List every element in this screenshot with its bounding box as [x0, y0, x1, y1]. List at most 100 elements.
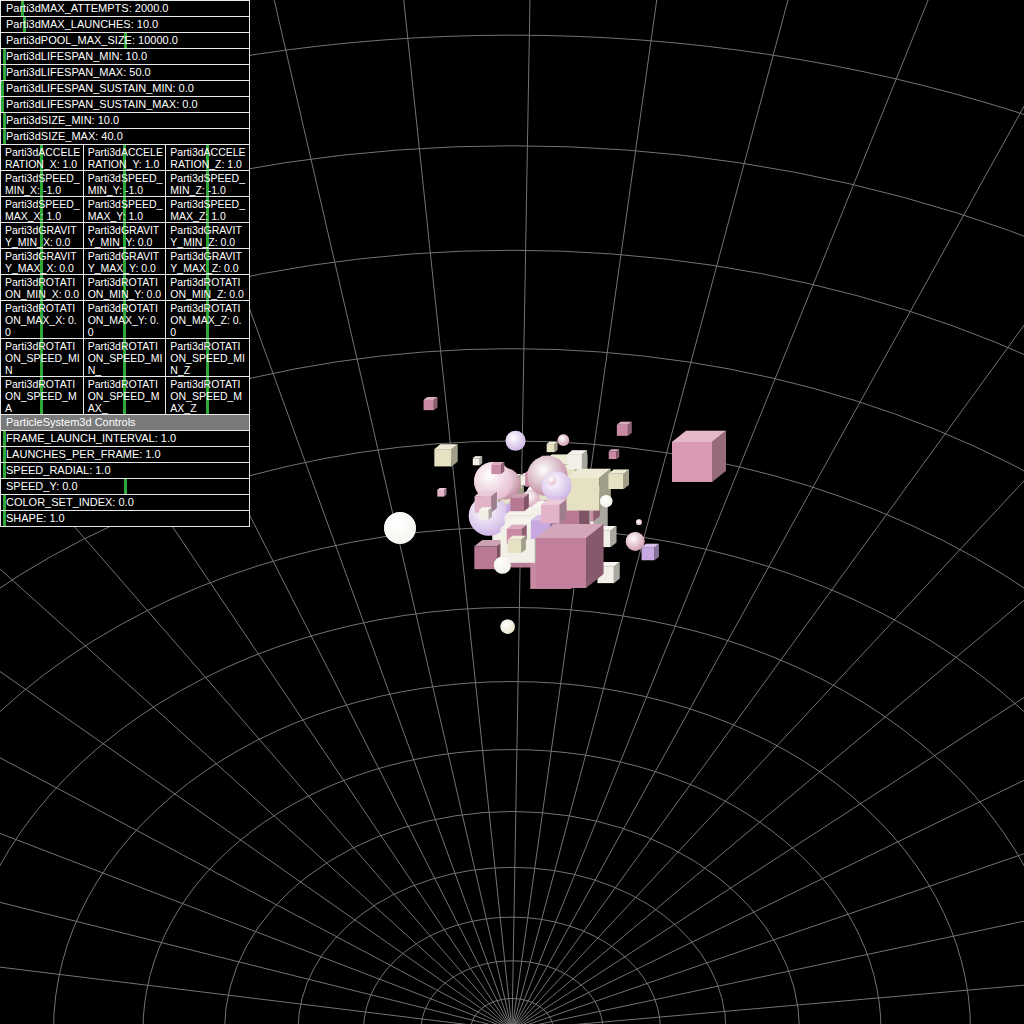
slider-cell[interactable]: Parti3dACCELERATION_Z: 1.0 — [166, 145, 249, 170]
slider-cell[interactable]: Parti3dROTATION_MIN_Z: 0.0 — [166, 275, 249, 300]
slider-cell[interactable]: Parti3dACCELERATION_Y: 1.0 — [84, 145, 167, 170]
slider-row[interactable]: SPEED_RADIAL: 1.0 — [1, 463, 249, 479]
slider-label: Parti3dROTATION_MIN_X: 0.0 — [5, 276, 79, 300]
slider-row[interactable]: Parti3dMAX_ATTEMPTS: 2000.0 — [1, 1, 249, 17]
slider-marker[interactable] — [3, 463, 6, 478]
slider-label: Parti3dSPEED_MAX_Z: 1.0 — [170, 198, 245, 222]
particle-viewport[interactable]: Parti3dMAX_ATTEMPTS: 2000.0 Parti3dMAX_L… — [0, 0, 1024, 1024]
slider-label: Parti3dSPEED_MAX_Y: 1.0 — [88, 198, 163, 222]
slider-cell[interactable]: Parti3dGRAVITY_MIN_Z: 0.0 — [166, 223, 249, 248]
slider-label: Parti3dLIFESPAN_MIN: 10.0 — [6, 50, 147, 62]
slider-cell[interactable]: Parti3dROTATION_SPEED_MAX_ — [84, 377, 167, 414]
slider-cell[interactable]: Parti3dSPEED_MIN_Z: -1.0 — [166, 171, 249, 196]
control-triple-row: Parti3dROTATION_SPEED_MIN Parti3dROTATIO… — [1, 339, 249, 377]
slider-label: Parti3dACCELERATION_X: 1.0 — [5, 146, 80, 170]
slider-cell[interactable]: Parti3dROTATION_SPEED_MIN — [1, 339, 84, 376]
slider-row[interactable]: LAUNCHES_PER_FRAME: 1.0 — [1, 447, 249, 463]
slider-cell[interactable]: Parti3dROTATION_SPEED_MA — [1, 377, 84, 414]
slider-label: Parti3dSPEED_MAX_X: 1.0 — [5, 198, 80, 222]
slider-label: Parti3dLIFESPAN_MAX: 50.0 — [6, 66, 151, 78]
slider-cell[interactable]: Parti3dROTATION_SPEED_MAX_Z — [166, 377, 249, 414]
panel-header[interactable]: ParticleSystem3d Controls — [1, 415, 249, 431]
slider-label: SPEED_Y: 0.0 — [6, 480, 78, 492]
slider-row[interactable]: COLOR_SET_INDEX: 0.0 — [1, 495, 249, 511]
particle-sphere — [636, 519, 642, 525]
slider-row[interactable]: FRAME_LAUNCH_INTERVAL: 1.0 — [1, 431, 249, 447]
slider-label: Parti3dPOOL_MAX_SIZE: 10000.0 — [6, 34, 178, 46]
slider-row[interactable]: Parti3dPOOL_MAX_SIZE: 10000.0 — [1, 33, 249, 49]
slider-cell[interactable]: Parti3dROTATION_MAX_X: 0.0 — [1, 301, 84, 338]
slider-label: Parti3dGRAVITY_MIN_X: 0.0 — [5, 224, 77, 248]
control-triple-row: Parti3dSPEED_MAX_X: 1.0 Parti3dSPEED_MAX… — [1, 197, 249, 223]
particle-sphere — [558, 434, 570, 446]
slider-cell[interactable]: Parti3dROTATION_MAX_Z: 0.0 — [166, 301, 249, 338]
particle-sphere — [542, 471, 572, 501]
particle-cube — [617, 422, 632, 436]
slider-label: COLOR_SET_INDEX: 0.0 — [6, 496, 134, 508]
slider-cell[interactable]: Parti3dSPEED_MIN_X: -1.0 — [1, 171, 84, 196]
slider-cell[interactable]: Parti3dROTATION_MIN_X: 0.0 — [1, 275, 84, 300]
control-triple-row: Parti3dACCELERATION_X: 1.0 Parti3dACCELE… — [1, 145, 249, 171]
control-triple-row: Parti3dGRAVITY_MIN_X: 0.0 Parti3dGRAVITY… — [1, 223, 249, 249]
slider-marker[interactable] — [3, 129, 6, 144]
slider-marker[interactable] — [3, 49, 6, 64]
slider-marker[interactable] — [3, 113, 6, 128]
slider-label: SPEED_RADIAL: 1.0 — [6, 464, 111, 476]
particle-cube — [608, 469, 629, 489]
slider-marker[interactable] — [3, 431, 6, 446]
slider-marker[interactable] — [3, 511, 6, 526]
slider-label: Parti3dSIZE_MIN: 10.0 — [6, 114, 119, 126]
slider-marker[interactable] — [3, 495, 6, 510]
slider-label: Parti3dGRAVITY_MIN_Y: 0.0 — [88, 224, 160, 248]
slider-marker[interactable] — [124, 479, 127, 494]
slider-cell[interactable]: Parti3dGRAVITY_MAX_Y: 0.0 — [84, 249, 167, 274]
slider-row[interactable]: Parti3dMAX_LAUNCHES: 10.0 — [1, 17, 249, 33]
particle-cube — [473, 456, 482, 465]
slider-row[interactable]: Parti3dLIFESPAN_MIN: 10.0 — [1, 49, 249, 65]
particle-cube — [609, 449, 619, 459]
slider-row[interactable]: Parti3dSIZE_MAX: 40.0 — [1, 129, 249, 145]
particle-sphere — [600, 495, 612, 507]
slider-cell[interactable]: Parti3dROTATION_SPEED_MIN_ — [84, 339, 167, 376]
slider-label: Parti3dGRAVITY_MAX_Z: 0.0 — [170, 250, 242, 274]
slider-marker[interactable] — [1, 97, 4, 112]
particle-cube — [424, 397, 438, 410]
slider-cell[interactable]: Parti3dGRAVITY_MIN_X: 0.0 — [1, 223, 84, 248]
particle-cube — [491, 462, 504, 474]
slider-cell[interactable]: Parti3dSPEED_MAX_Y: 1.0 — [84, 197, 167, 222]
slider-row[interactable]: Parti3dSIZE_MIN: 10.0 — [1, 113, 249, 129]
particle-cube — [508, 536, 526, 553]
slider-marker[interactable] — [3, 65, 6, 80]
controls-panel: Parti3dMAX_ATTEMPTS: 2000.0 Parti3dMAX_L… — [0, 0, 250, 527]
slider-cell[interactable]: Parti3dSPEED_MIN_Y: -1.0 — [84, 171, 167, 196]
slider-row[interactable]: Parti3dLIFESPAN_SUSTAIN_MIN: 0.0 — [1, 81, 249, 97]
slider-cell[interactable]: Parti3dSPEED_MAX_Z: 1.0 — [166, 197, 249, 222]
slider-label: Parti3dROTATION_MIN_Z: 0.0 — [170, 276, 244, 300]
particle-cube — [530, 537, 585, 589]
particle-cube — [434, 444, 457, 466]
slider-row[interactable]: SHAPE: 1.0 — [1, 511, 249, 527]
slider-cell[interactable]: Parti3dSPEED_MAX_X: 1.0 — [1, 197, 84, 222]
slider-row[interactable]: Parti3dLIFESPAN_SUSTAIN_MAX: 0.0 — [1, 97, 249, 113]
slider-cell[interactable]: Parti3dGRAVITY_MAX_Z: 0.0 — [166, 249, 249, 274]
slider-marker[interactable] — [3, 447, 6, 462]
slider-cell[interactable]: Parti3dGRAVITY_MIN_Y: 0.0 — [84, 223, 167, 248]
particle-cube — [475, 491, 497, 512]
slider-marker[interactable] — [1, 81, 4, 96]
particle-cube — [541, 499, 566, 523]
slider-row[interactable]: SPEED_Y: 0.0 — [1, 479, 249, 495]
slider-row[interactable]: Parti3dLIFESPAN_MAX: 50.0 — [1, 65, 249, 81]
slider-cell[interactable]: Parti3dROTATION_SPEED_MIN_Z — [166, 339, 249, 376]
slider-label: LAUNCHES_PER_FRAME: 1.0 — [6, 448, 161, 460]
slider-cell[interactable]: Parti3dROTATION_MIN_Y: 0.0 — [84, 275, 167, 300]
particle-cube — [567, 450, 587, 469]
slider-cell[interactable]: Parti3dACCELERATION_X: 1.0 — [1, 145, 84, 170]
particle-sphere — [626, 532, 645, 551]
slider-label: Parti3dSPEED_MIN_X: -1.0 — [5, 172, 80, 196]
slider-cell[interactable]: Parti3dROTATION_MAX_Y: 0.0 — [84, 301, 167, 338]
control-triple-row: Parti3dROTATION_MAX_X: 0.0 Parti3dROTATI… — [1, 301, 249, 339]
particle-cube — [510, 494, 529, 512]
slider-label: Parti3dLIFESPAN_SUSTAIN_MIN: 0.0 — [6, 82, 194, 94]
particle-sphere — [500, 619, 515, 634]
slider-cell[interactable]: Parti3dGRAVITY_MAX_X: 0.0 — [1, 249, 84, 274]
